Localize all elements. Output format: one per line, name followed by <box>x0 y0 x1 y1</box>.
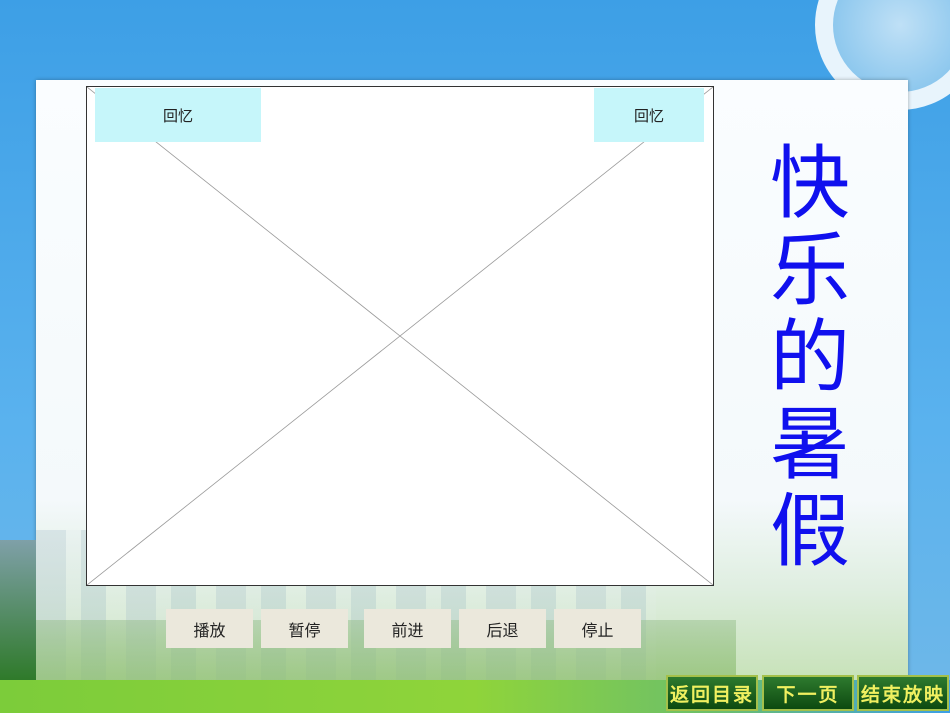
play-button[interactable]: 播放 <box>166 609 253 648</box>
recall-button-left[interactable]: 回忆 <box>95 88 261 142</box>
stop-button[interactable]: 停止 <box>554 609 641 648</box>
back-to-menu-button[interactable]: 返回目录 <box>666 675 758 711</box>
page-title: 快乐的暑假 <box>770 137 850 578</box>
video-player-placeholder[interactable]: 回忆 回忆 <box>86 86 714 586</box>
forward-button[interactable]: 前进 <box>364 609 451 648</box>
rewind-button[interactable]: 后退 <box>459 609 546 648</box>
pause-button[interactable]: 暂停 <box>261 609 348 648</box>
recall-button-right[interactable]: 回忆 <box>594 88 704 142</box>
next-page-button[interactable]: 下一页 <box>762 675 854 711</box>
end-show-button[interactable]: 结束放映 <box>857 675 949 711</box>
placeholder-cross <box>87 87 713 585</box>
left-edge-decoration <box>0 540 36 680</box>
